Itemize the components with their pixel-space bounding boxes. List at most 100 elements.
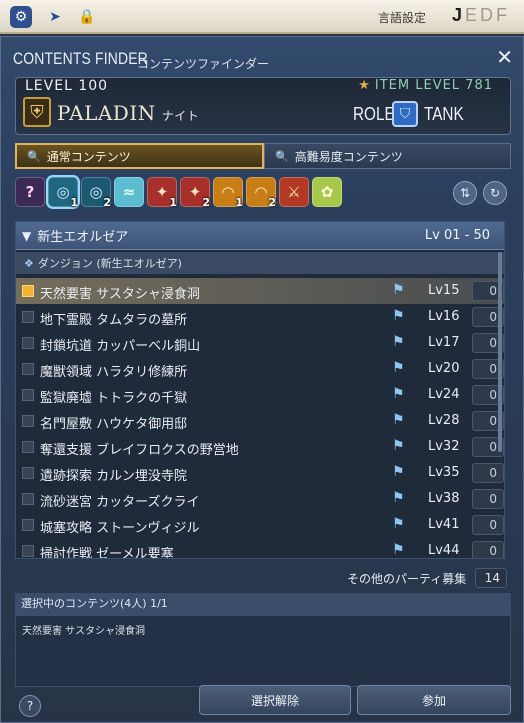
duty-list: ▼ 新生エオルゼア Lv 01 - 50 ❖ ダンジョン (新生エオルゼア) 天… xyxy=(15,221,505,559)
duty-name: 名門屋敷 ハウケタ御用邸 xyxy=(40,417,188,432)
duty-row[interactable]: 封鎖坑道 カッパーベル銅山 ⚑ Lv17 0 xyxy=(16,330,504,356)
flag-icon: ⚑ xyxy=(392,412,405,428)
pvp-icon[interactable]: ⚔ xyxy=(279,177,309,207)
trial-2-icon[interactable]: ✦ 2 xyxy=(180,177,210,209)
group-header[interactable]: ▼ 新生エオルゼア Lv 01 - 50 xyxy=(16,222,504,250)
lang-key-d[interactable]: D xyxy=(480,5,496,25)
flag-icon: ⚑ xyxy=(392,386,405,402)
duty-row[interactable]: 天然要害 サスタシャ浸食洞 ⚑ Lv15 0 xyxy=(16,278,504,304)
duty-row[interactable]: 遺跡探索 カルン埋没寺院 ⚑ Lv35 0 xyxy=(16,460,504,486)
gold-saucer-icon[interactable]: ✿ xyxy=(312,177,342,207)
flag-icon: ⚑ xyxy=(392,360,405,376)
clear-selection-button[interactable]: 選択解除 xyxy=(199,685,351,715)
lang-key-j[interactable]: J xyxy=(452,5,465,25)
diamond-icon: ❖ xyxy=(24,256,34,270)
flag-icon: ⚑ xyxy=(392,308,405,324)
duty-name: 城塞攻略 ストーンヴィジル xyxy=(40,521,200,536)
character-level: LEVEL 100 xyxy=(25,78,109,94)
duty-name: 流砂迷宮 カッターズクライ xyxy=(40,495,200,510)
raid-1-icon[interactable]: ◠ 1 xyxy=(213,177,243,209)
duty-level: Lv44 xyxy=(428,543,460,558)
duty-level: Lv41 xyxy=(428,517,460,532)
flag-icon: ⚑ xyxy=(392,490,405,506)
category-icons: ? ◎ 1 ◎ 2 ≈ ✦ 1 ✦ 2 ◠ 1 ◠ 2 ⚔ ✿ xyxy=(15,177,342,211)
duty-name: 遺跡探索 カルン埋没寺院 xyxy=(40,469,187,484)
trial-1-icon[interactable]: ✦ 1 xyxy=(147,177,177,209)
duty-checkbox[interactable] xyxy=(22,337,34,349)
close-icon[interactable]: ✕ xyxy=(496,45,513,69)
selected-content-item: 天然要害 サスタシャ浸食洞 xyxy=(22,626,145,637)
duty-level: Lv17 xyxy=(428,335,460,350)
duty-checkbox[interactable] xyxy=(22,441,34,453)
duty-level: Lv24 xyxy=(428,387,460,402)
duty-row[interactable]: 名門屋敷 ハウケタ御用邸 ⚑ Lv28 0 xyxy=(16,408,504,434)
duty-row[interactable]: 城塞攻略 ストーンヴィジル ⚑ Lv41 0 xyxy=(16,512,504,538)
duty-checkbox[interactable] xyxy=(22,363,34,375)
duty-checkbox[interactable] xyxy=(22,519,34,531)
star-icon: ★ xyxy=(358,78,371,93)
dungeon-1-icon[interactable]: ◎ 1 xyxy=(48,177,78,209)
role-value: TANK xyxy=(424,104,464,124)
duty-count: 0 xyxy=(472,463,504,483)
flag-icon: ⚑ xyxy=(392,282,405,298)
lang-key-e[interactable]: E xyxy=(465,5,480,25)
lock-icon[interactable]: 🔒 xyxy=(76,6,98,28)
job-name: PALADIN ナイト xyxy=(57,101,200,125)
duty-checkbox[interactable] xyxy=(22,493,34,505)
raid-2-icon[interactable]: ◠ 2 xyxy=(246,177,276,209)
group-title: 新生エオルゼア xyxy=(37,230,129,245)
duty-row[interactable]: 地下霊殿 タムタラの墓所 ⚑ Lv16 0 xyxy=(16,304,504,330)
duty-row[interactable]: 掃討作戦 ゼーメル要塞 ⚑ Lv44 0 xyxy=(16,538,504,558)
duty-checkbox[interactable] xyxy=(22,389,34,401)
flag-icon: ⚑ xyxy=(392,438,405,454)
other-party-label: その他のパーティ募集 xyxy=(347,572,467,586)
guildhest-icon[interactable]: ≈ xyxy=(114,177,144,207)
contents-finder-window: CONTENTS FINDER コンテンツファインダー ✕ LEVEL 100 … xyxy=(0,36,524,723)
lang-key-f[interactable]: F xyxy=(496,5,510,25)
duty-count: 0 xyxy=(472,515,504,535)
tab-normal-content[interactable]: 🔍 通常コンテンツ xyxy=(15,143,264,169)
roulette-icon[interactable]: ? xyxy=(15,177,45,207)
duty-checkbox[interactable] xyxy=(22,415,34,427)
duty-level: Lv15 xyxy=(428,283,460,298)
join-button[interactable]: 参加 xyxy=(357,685,511,715)
flag-icon: ⚑ xyxy=(392,516,405,532)
duty-checkbox[interactable] xyxy=(22,285,34,297)
dungeon-2-icon[interactable]: ◎ 2 xyxy=(81,177,111,209)
refresh-icon[interactable]: ↻ xyxy=(483,181,507,205)
duty-level: Lv35 xyxy=(428,465,460,480)
duty-checkbox[interactable] xyxy=(22,467,34,479)
content-tabs: 🔍 通常コンテンツ 🔍 高難易度コンテンツ xyxy=(15,143,511,169)
gear-icon[interactable]: ⚙ xyxy=(10,6,32,28)
chevron-down-icon: ▼ xyxy=(22,228,32,243)
duty-checkbox[interactable] xyxy=(22,311,34,323)
duty-row[interactable]: 流砂迷宮 カッターズクライ ⚑ Lv38 0 xyxy=(16,486,504,512)
duty-level: Lv20 xyxy=(428,361,460,376)
subgroup-header[interactable]: ❖ ダンジョン (新生エオルゼア) xyxy=(16,252,504,274)
selected-content-box: 天然要害 サスタシャ浸食洞 xyxy=(15,615,511,687)
list-scrollbar[interactable] xyxy=(498,252,502,452)
duty-row[interactable]: 監獄廃墟 トトラクの千獄 ⚑ Lv24 0 xyxy=(16,382,504,408)
duty-name: 監獄廃墟 トトラクの千獄 xyxy=(40,391,188,406)
duty-name: 奪還支援 ブレイフロクスの野営地 xyxy=(40,443,239,458)
duty-level: Lv16 xyxy=(428,309,460,324)
window-title: CONTENTS FINDER xyxy=(13,49,148,68)
flag-icon: ⚑ xyxy=(392,542,405,558)
duty-row[interactable]: 奪還支援 ブレイフロクスの野営地 ⚑ Lv32 0 xyxy=(16,434,504,460)
cursor-icon[interactable]: ➤ xyxy=(44,6,66,28)
search-icon: 🔍 xyxy=(275,149,289,163)
paladin-crest-icon: ⛨ xyxy=(23,97,51,127)
duty-level: Lv38 xyxy=(428,491,460,506)
item-level: ★ ITEM LEVEL 781 xyxy=(358,78,493,93)
search-icon: 🔍 xyxy=(27,149,41,163)
duty-level: Lv32 xyxy=(428,439,460,454)
duty-name: 魔獣領域 ハラタリ修練所 xyxy=(40,365,188,380)
language-selector[interactable]: JEDF xyxy=(452,5,510,26)
duty-row[interactable]: 魔獣領域 ハラタリ修練所 ⚑ Lv20 0 xyxy=(16,356,504,382)
other-party-count: 14 xyxy=(475,568,507,588)
help-button[interactable]: ? xyxy=(19,695,41,717)
tab-high-end-content[interactable]: 🔍 高難易度コンテンツ xyxy=(264,143,511,169)
sort-icon[interactable]: ⇅ xyxy=(453,181,477,205)
duty-checkbox[interactable] xyxy=(22,545,34,557)
duty-level: Lv28 xyxy=(428,413,460,428)
